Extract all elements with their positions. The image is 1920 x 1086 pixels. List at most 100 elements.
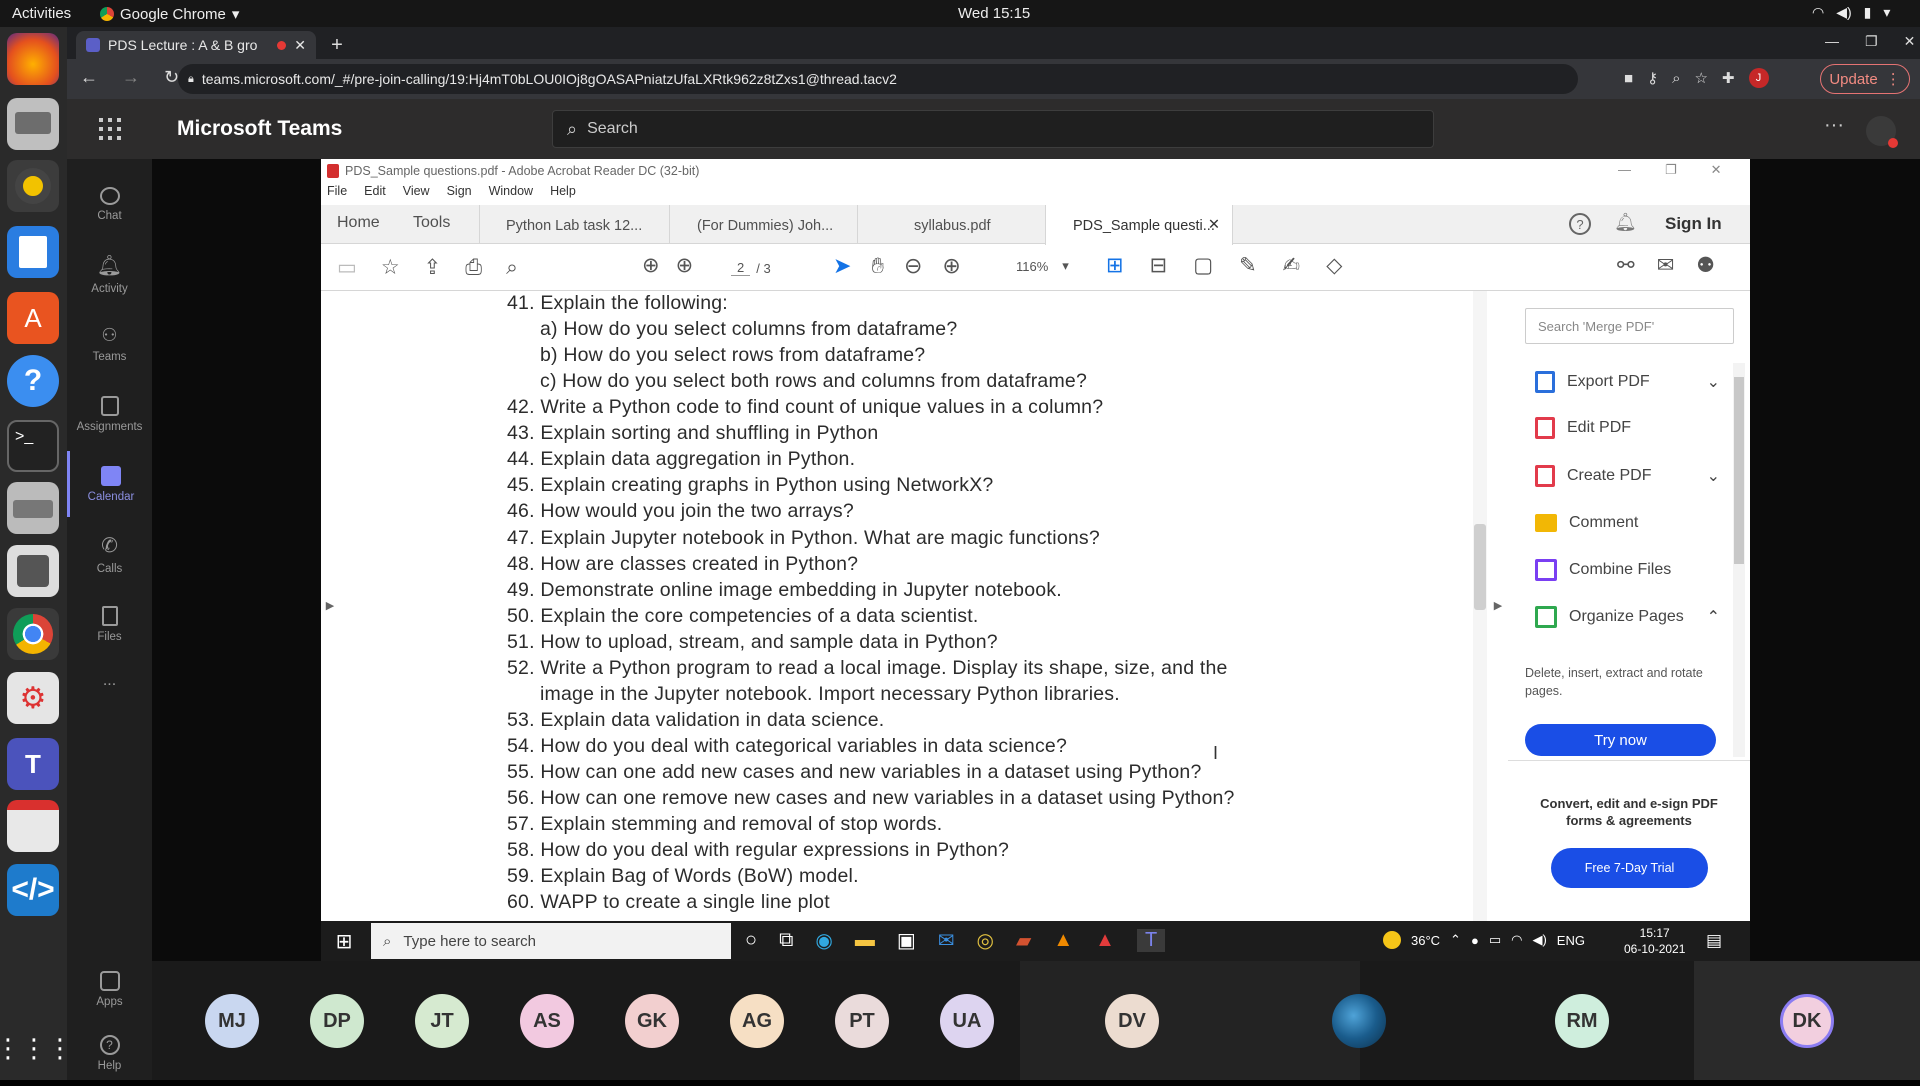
rhythmbox-icon[interactable] [7,160,59,212]
app-launcher-icon[interactable] [99,118,121,140]
zoom-out-icon[interactable]: ⊖ [904,253,922,279]
address-bar[interactable]: 🔒︎ teams.microsoft.com/_#/pre-join-calli… [178,64,1578,94]
upload-icon[interactable]: ⇪ [424,255,442,280]
tool-combine-files[interactable]: Combine Files [1535,550,1720,590]
free-trial-button[interactable]: Free 7-Day Trial [1551,848,1708,888]
windows-search-box[interactable]: ⌕ Type here to search [371,923,731,959]
restore-icon[interactable]: ❐ [1665,162,1677,178]
forward-icon[interactable]: → [122,67,140,88]
window-controls[interactable]: — ❐ ✕ [1825,33,1915,50]
sign-in-button[interactable]: Sign In [1665,214,1722,234]
menu-edit[interactable]: Edit [364,184,386,198]
participant-avatar[interactable]: GK [625,994,679,1048]
participant-avatar[interactable]: UA [940,994,994,1048]
extensions-icon[interactable]: ✚ [1722,69,1735,87]
menu-help[interactable]: Help [550,184,576,198]
chrome-tab[interactable]: PDS Lecture : A & B gro ✕ [76,31,316,59]
zoom-icon[interactable]: ⌕ [1672,70,1680,87]
zoom-in-icon[interactable]: ⊕ [942,253,960,279]
participant-avatar[interactable]: PT [835,994,889,1048]
sign-icon[interactable]: ✍︎ [1283,253,1301,278]
tool-export-pdf[interactable]: Export PDF ⌄ [1535,362,1720,402]
key-icon[interactable]: ⚷ [1647,69,1658,87]
scroll-mode-icon[interactable]: ⊟ [1150,253,1168,278]
cortana-icon[interactable]: ○ [745,929,757,952]
app-menu[interactable]: Google Chrome ▾ [100,5,239,23]
participant-photo-avatar[interactable] [1332,994,1386,1048]
prev-page-icon[interactable]: ⊕ [642,253,660,278]
back-icon[interactable]: ← [80,67,98,88]
doc-tab[interactable]: syllabus.pdf [857,205,1045,244]
tool-edit-pdf[interactable]: Edit PDF [1535,408,1720,448]
firefox-icon[interactable] [7,33,59,85]
more-apps-icon[interactable]: ... [67,672,152,690]
right-panel-toggle-icon[interactable]: ▶ [1490,590,1506,620]
status-area[interactable]: ◠ ◀) ▮ ▾ [1812,4,1890,21]
rail-item-teams[interactable]: ⚇ Teams [67,311,152,377]
participant-avatar[interactable]: DP [310,994,364,1048]
select-cursor-icon[interactable]: ➤ [833,253,851,279]
acrobat-icon[interactable]: ▲ [1095,929,1115,952]
software-center-icon[interactable]: A [7,292,59,344]
more-options-icon[interactable]: ··· [1824,114,1844,137]
tool-create-pdf[interactable]: Create PDF ⌄ [1535,456,1720,496]
reload-icon[interactable]: ↻ [164,67,179,88]
mic-icon[interactable]: ● [1471,933,1479,948]
chrome-icon[interactable]: ◎ [977,928,994,953]
maximize-icon[interactable]: ❐ [1865,33,1878,50]
files-icon[interactable] [7,98,59,150]
participant-avatar[interactable]: JT [415,994,469,1048]
home-tab[interactable]: Home [337,214,380,232]
printer-icon[interactable] [7,482,59,534]
camera-icon[interactable]: ■ [1624,70,1633,87]
rail-item-help[interactable]: ? Help [67,1020,152,1086]
language[interactable]: ENG [1557,933,1585,948]
battery-icon[interactable]: ▭ [1489,932,1501,948]
writer-icon[interactable] [7,226,59,278]
menu-window[interactable]: Window [489,184,533,198]
vscode-icon[interactable]: </> [7,864,59,916]
participant-avatar[interactable]: AS [520,994,574,1048]
teams-icon[interactable]: T [1136,929,1166,952]
show-apps-icon[interactable]: ⋮⋮⋮ [0,1028,73,1068]
doc-tab-active[interactable]: PDS_Sample questi... ✕ [1045,205,1233,245]
scrollbar-thumb[interactable] [1474,524,1486,610]
update-button[interactable]: Update ⋮ [1820,64,1910,94]
chevron-down-icon[interactable]: ⌄ [1707,466,1720,486]
weather-temp[interactable]: 36°C [1411,933,1440,948]
help-icon[interactable]: ? [7,355,59,407]
user-avatar[interactable] [1866,116,1898,148]
highlight-icon[interactable]: ✎ [1239,253,1257,278]
menu-sign[interactable]: Sign [447,184,472,198]
share-user-icon[interactable]: ⚉ [1696,253,1715,278]
chrome-icon[interactable] [7,608,59,660]
task-view-icon[interactable]: ⧉ [779,929,793,952]
app-icon[interactable] [7,545,59,597]
star-icon[interactable]: ☆ [381,255,400,280]
powerpoint-icon[interactable]: ▰ [1016,928,1031,953]
print-icon[interactable]: ⎙ [465,256,482,280]
new-tab-button[interactable]: + [325,33,349,57]
minimize-icon[interactable]: — [1618,162,1631,178]
doc-scrollbar[interactable] [1473,291,1487,921]
terminal-icon[interactable]: >_ [7,420,59,472]
tool-organize-pages[interactable]: Organize Pages ⌃ [1535,597,1720,637]
scrollbar-thumb[interactable] [1734,377,1744,564]
teams-search-input[interactable]: ⌕ Search [552,110,1434,148]
search-icon[interactable]: ⌕ [506,256,518,280]
wifi-icon[interactable]: ◠ [1511,932,1522,948]
windows-start-icon[interactable]: ⊞ [333,930,355,953]
rail-item-assignments[interactable]: Assignments [67,381,152,447]
save-icon[interactable]: ▭ [337,255,357,280]
file-explorer-icon[interactable]: ▬ [855,929,875,952]
participant-avatar[interactable]: RM [1555,994,1609,1048]
chevron-up-icon[interactable]: ⌃ [1450,932,1461,948]
zoom-select[interactable]: 116% ▾ [1016,255,1078,277]
clock[interactable]: Wed 15:15 [958,5,1030,22]
participant-avatar-speaking[interactable]: DK [1780,994,1834,1048]
chevron-down-icon[interactable]: ⌄ [1707,372,1720,392]
teams-app-icon[interactable]: T [7,738,59,790]
close-tab-icon[interactable]: ✕ [1208,217,1220,233]
close-icon[interactable]: ✕ [1904,33,1916,50]
notifications-icon[interactable]: ▤ [1706,931,1722,951]
